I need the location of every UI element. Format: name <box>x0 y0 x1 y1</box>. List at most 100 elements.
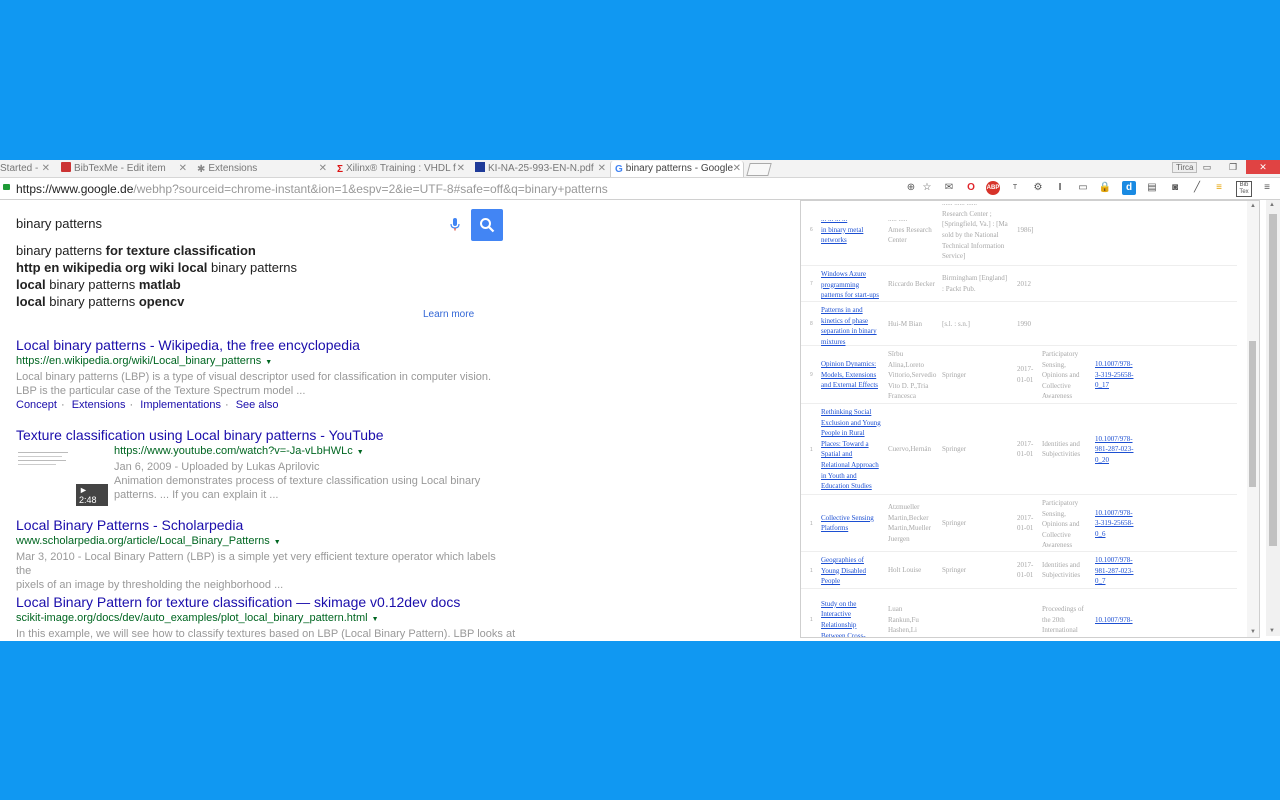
scroll-down-icon[interactable]: ▼ <box>1269 628 1275 634</box>
cell-subject: Participatory Sensing, Opinions and Collect… <box>1042 499 1080 550</box>
cell-doi[interactable]: 10.1007/978- 3-319-25658- 0_6 <box>1095 508 1141 540</box>
cell-year: 2017- 01-01 <box>1017 560 1034 580</box>
result-title-link[interactable]: Local Binary Pattern for texture classif… <box>16 594 506 611</box>
download-icon[interactable]: ▤ <box>1145 181 1159 195</box>
suggestion-item[interactable]: local binary patterns opencv <box>16 293 297 310</box>
restore-button[interactable]: ❐ <box>1220 160 1246 174</box>
tab-bibtexme[interactable]: BibTexMe - Edit item ✕ <box>57 161 189 177</box>
result-title-link[interactable]: Texture classification using Local binar… <box>16 427 496 444</box>
scroll-up-icon[interactable]: ▲ <box>1250 203 1256 209</box>
tab-close-icon[interactable]: ✕ <box>319 161 327 177</box>
translate-icon[interactable]: T <box>1008 181 1022 195</box>
scroll-up-icon[interactable]: ▲ <box>1269 202 1275 208</box>
sitelink[interactable]: See also <box>236 399 279 411</box>
tab-close-icon[interactable]: ✕ <box>598 161 606 177</box>
dropdown-arrow-icon[interactable]: ▼ <box>357 446 364 460</box>
row-number: 8 <box>810 321 813 327</box>
sitelink[interactable]: Concept <box>16 399 57 411</box>
cell-title[interactable]: ... ... ... ... in binary metal networks <box>821 214 881 246</box>
result-sitelinks: Concept · Extensions · Implementations · Se… <box>16 399 279 411</box>
scrollbar-thumb[interactable] <box>1249 341 1256 487</box>
pen-icon[interactable]: ╱ <box>1190 181 1204 195</box>
zoom-icon[interactable]: ⊕ <box>904 181 918 195</box>
url-field[interactable]: https://www.google.de/webhp?sourceid=chr… <box>16 182 608 196</box>
cell-title[interactable]: Patterns in and kinetics of phase separati… <box>821 305 881 347</box>
cell-subject: Identities and Subjectivities <box>1042 560 1081 580</box>
dropdown-arrow-icon[interactable]: ▼ <box>372 613 379 627</box>
cell-doi[interactable]: 10.1007/978- 3-319-25658- 0_17 <box>1095 359 1141 391</box>
menu-icon[interactable]: ≡ <box>1260 181 1274 195</box>
search-result: Local binary patterns - Wikipedia, the f… <box>16 337 496 412</box>
tab-close-icon[interactable]: ✕ <box>42 161 50 177</box>
adblock-icon[interactable]: ABP <box>986 181 1000 195</box>
info-icon[interactable]: I <box>1053 181 1067 195</box>
search-button[interactable] <box>471 209 503 241</box>
cell-authors: Hui-M Bian <box>888 319 923 328</box>
result-snippet: Mar 3, 2010 - Local Binary Pattern (LBP)… <box>16 551 496 577</box>
cell-title[interactable]: Windows Azure programming patterns for sta… <box>821 269 881 301</box>
bibtex-panel: 6 ... ... ... ... in binary metal networks.… <box>800 200 1260 638</box>
tab-extensions[interactable]: ✱ Extensions ✕ <box>193 161 329 177</box>
tab-xilinx[interactable]: Σ Xilinx® Training : VHDL f ✕ <box>333 161 467 177</box>
dashlane-icon[interactable]: d <box>1122 181 1136 195</box>
opera-icon[interactable]: O <box>964 181 978 195</box>
tab-google[interactable]: Gbinary patterns - Google ✕ <box>610 161 744 177</box>
tab-close-icon[interactable]: ✕ <box>179 161 187 177</box>
cell-title[interactable]: Collective Sensing Platforms <box>821 513 881 534</box>
new-tab-button[interactable] <box>746 163 772 176</box>
sitelink[interactable]: Extensions <box>72 399 126 411</box>
tab-close-icon[interactable]: ✕ <box>457 161 465 177</box>
scrollbar-thumb[interactable] <box>1269 214 1277 546</box>
bibtex-icon[interactable]: Bib Tex <box>1236 181 1252 197</box>
mail-icon[interactable]: ✉ <box>942 181 956 195</box>
search-input[interactable]: binary patterns <box>16 216 102 231</box>
bibtex-row: 6 ... ... ... ... in binary metal networks.… <box>801 201 1237 266</box>
camera-icon[interactable]: ◙ <box>1168 181 1182 195</box>
bibtexme-icon <box>61 162 71 172</box>
cell-doi[interactable]: 10.1007/978- <box>1095 615 1141 626</box>
learn-more-link[interactable]: Learn more <box>423 309 474 320</box>
cell-doi[interactable]: 10.1007/978- 981-287-023- 0_20 <box>1095 434 1141 466</box>
dropdown-arrow-icon[interactable]: ▼ <box>274 536 281 550</box>
cell-doi[interactable]: 10.1007/978- 981-287-023- 0_7 <box>1095 555 1141 587</box>
page-scrollbar[interactable]: ▲ ▼ <box>1266 200 1280 636</box>
result-title-link[interactable]: Local Binary Patterns - Scholarpedia <box>16 517 496 534</box>
suggestion-item[interactable]: http en wikipedia org wiki local binary … <box>16 259 297 276</box>
search-result-video: Texture classification using Local binar… <box>16 427 496 506</box>
tab-pdf[interactable]: KI-NA-25-993-EN-N.pdf ✕ <box>471 161 608 177</box>
bookmark-star-icon[interactable]: ☆ <box>920 181 934 195</box>
result-date: Jan 6, 2009 - Uploaded by Lukas Aprilovi… <box>114 461 320 473</box>
cell-title[interactable]: Geographies of Young Disabled People <box>821 555 881 587</box>
search-result: Local Binary Pattern for texture classif… <box>16 594 515 641</box>
puzzle-icon: ✱ <box>197 164 206 175</box>
microphone-icon[interactable] <box>447 216 463 232</box>
google-icon: G <box>615 164 623 175</box>
lock-ext-icon[interactable]: 🔒 <box>1098 181 1112 195</box>
minimize-button[interactable]: ▭ <box>1194 160 1220 174</box>
video-duration: ► 2:48 <box>76 484 108 506</box>
tab-label: binary patterns - Google <box>625 163 734 174</box>
tab-close-icon[interactable]: ✕ <box>733 161 741 177</box>
cell-title[interactable]: Study on the Interactive Relationship Betwe… <box>821 599 881 637</box>
cell-authors: Luan Rankun,Fu Hashen,Li <box>888 605 919 635</box>
panel-scrollbar[interactable]: ▲ ▼ <box>1247 201 1259 637</box>
screen-icon[interactable]: ▭ <box>1076 181 1090 195</box>
suggestion-item[interactable]: local binary patterns matlab <box>16 276 297 293</box>
close-button[interactable]: ✕ <box>1246 160 1280 174</box>
cell-title[interactable]: Rethinking Social Exclusion and Young Peop… <box>821 407 881 492</box>
cell-title[interactable]: Opinion Dynamics: Models, Extensions and E… <box>821 359 881 391</box>
video-thumbnail[interactable]: ► 2:48 <box>16 449 108 506</box>
bibtex-row: 1 Collective Sensing Platforms Atzmueller Ma… <box>801 496 1237 552</box>
dropdown-arrow-icon[interactable]: ▼ <box>265 356 272 370</box>
suggestion-item[interactable]: binary patterns for texture classificati… <box>16 242 297 259</box>
tab-started[interactable]: Started - ✕ <box>0 161 52 177</box>
settings-icon[interactable]: ⚙ <box>1031 181 1045 195</box>
tab-strip: Started - ✕ BibTexMe - Edit item ✕ ✱ Exte… <box>0 160 1280 178</box>
layers-icon[interactable]: ≡ <box>1212 181 1226 195</box>
result-title-link[interactable]: Local binary patterns - Wikipedia, the f… <box>16 337 496 354</box>
address-bar: https://www.google.de/webhp?sourceid=chr… <box>0 178 1280 200</box>
scroll-down-icon[interactable]: ▼ <box>1250 629 1256 635</box>
sitelink[interactable]: Implementations <box>140 399 221 411</box>
result-snippet: LBP is the particular case of the Textur… <box>16 385 306 397</box>
search-result: Local Binary Patterns - Scholarpedia www… <box>16 517 496 592</box>
